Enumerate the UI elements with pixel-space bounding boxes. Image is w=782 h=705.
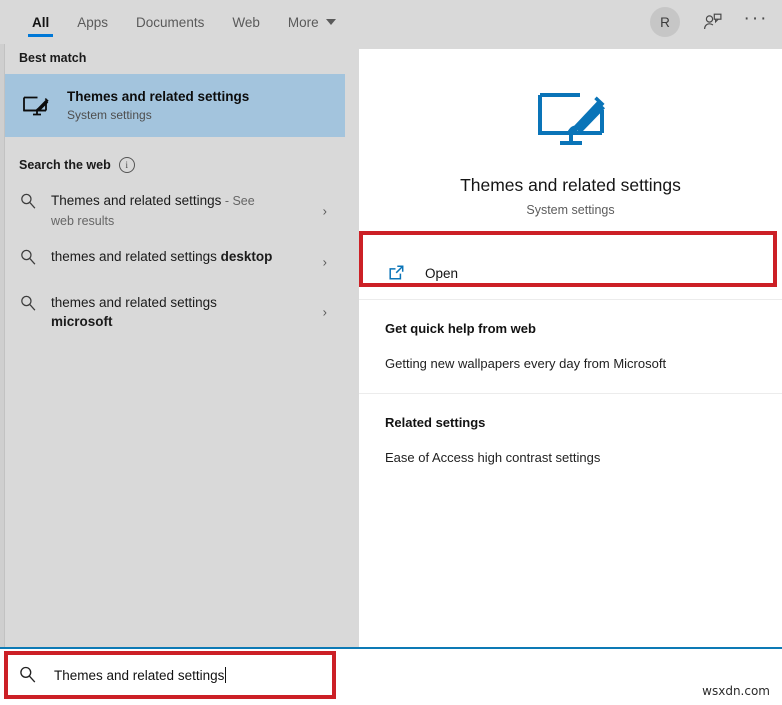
search-web-heading: Search the web i [5,151,345,179]
avatar[interactable]: R [650,7,680,37]
preview-subtitle: System settings [526,203,615,217]
search-flyout: All Apps Documents Web More R ··· Best m… [0,0,782,649]
related-settings-section: Related settings Ease of Access high con… [359,394,782,487]
tab-web-label: Web [232,14,260,30]
monitor-paintbrush-icon [19,89,53,123]
search-icon [19,294,39,314]
avatar-initial: R [660,14,670,30]
tab-apps[interactable]: Apps [63,0,122,44]
search-input-value: Themes and related settings [54,667,227,683]
quick-help-title: Get quick help from web [385,321,536,336]
more-options-icon[interactable]: ··· [743,7,769,34]
preview-title: Themes and related settings [460,175,681,195]
chevron-down-icon [325,19,336,25]
text-cursor [225,667,227,683]
search-input[interactable]: Themes and related settings [5,652,335,698]
preview-header: Themes and related settings System setti… [359,49,782,219]
best-match-subtitle: System settings [67,108,152,122]
search-input-text: Themes and related settings [54,668,225,683]
chevron-right-icon: › [322,203,327,219]
tab-active-underline [28,34,54,37]
overflow-dots: ··· [743,7,769,29]
watermark: wsxdn.com [702,684,770,698]
web-result-keyword: microsoft [51,314,113,329]
web-result-query: Themes and related settings [51,193,222,208]
related-settings-body[interactable]: Ease of Access high contrast settings [385,449,758,467]
web-result-keyword: desktop [220,249,273,264]
tab-all-label: All [32,14,50,30]
search-header: All Apps Documents Web More R ··· [0,0,782,44]
best-match-heading-label: Best match [19,51,87,65]
open-action-label: Open [425,265,459,281]
best-match-result[interactable]: Themes and related settings System setti… [5,74,345,137]
related-settings-title: Related settings [385,415,486,430]
person-feedback-icon[interactable] [700,10,724,34]
open-action-button[interactable]: Open [359,247,782,299]
tab-bar: All Apps Documents Web More [18,0,350,44]
web-results-list: Themes and related settings - See web re… [5,183,345,339]
search-icon [19,192,39,212]
chevron-right-icon: › [322,254,327,270]
tab-apps-label: Apps [77,14,109,30]
tab-more-label: More [287,14,319,30]
header-actions: R ··· [650,0,768,44]
tab-documents[interactable]: Documents [122,0,218,44]
tab-documents-label: Documents [136,14,205,30]
quick-help-body[interactable]: Getting new wallpapers every day from Mi… [385,355,758,373]
search-icon [18,665,38,685]
web-result-row[interactable]: themes and related settings desktop › [5,239,345,285]
external-link-icon [387,263,407,283]
preview-pane: Themes and related settings System setti… [359,49,782,647]
web-result-query: themes and related settings [51,295,217,310]
search-web-heading-label: Search the web [19,158,111,172]
quick-help-section: Get quick help from web Getting new wall… [359,300,782,393]
web-result-label: themes and related settings microsoft [51,293,251,331]
tab-web[interactable]: Web [218,0,274,44]
web-result-row[interactable]: themes and related settings microsoft › [5,285,345,339]
web-result-query: themes and related settings [51,249,221,264]
search-icon [19,248,39,268]
tab-all[interactable]: All [18,0,63,44]
results-left-pane: Best match Themes and related settings S… [5,44,345,647]
web-result-label: Themes and related settings - See web re… [51,191,276,231]
best-match-heading: Best match [5,44,345,72]
best-match-text: Themes and related settings System setti… [67,88,249,123]
web-result-label: themes and related settings desktop [51,247,272,266]
monitor-paintbrush-icon [359,81,782,155]
web-result-row[interactable]: Themes and related settings - See web re… [5,183,345,239]
tab-more[interactable]: More [274,0,350,44]
chevron-right-icon: › [322,304,327,320]
info-icon[interactable]: i [118,157,135,173]
best-match-title: Themes and related settings [67,89,250,104]
